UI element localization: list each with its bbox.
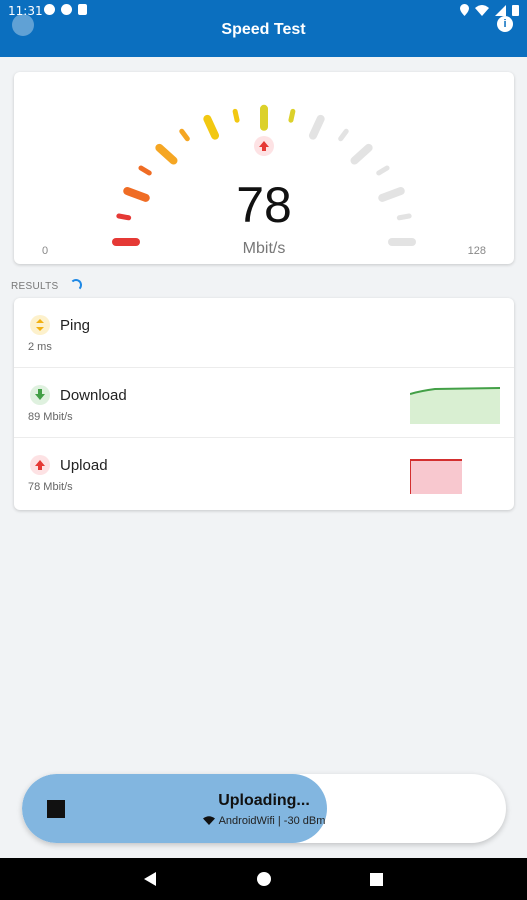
home-icon[interactable] (257, 872, 271, 886)
wifi-icon (202, 816, 215, 825)
signal-icon (495, 4, 506, 16)
result-name: Download (60, 387, 127, 404)
app-bar: Speed Test i (0, 14, 527, 57)
gauge-tick (155, 143, 178, 165)
result-value: 89 Mbit/s (28, 411, 73, 423)
results-card: Ping 2 ms Download 89 Mbit/s Upload 78 M… (14, 298, 514, 510)
gauge-tick (288, 108, 296, 123)
network-info: AndroidWifi | -30 dBm (22, 815, 506, 827)
play-icon (44, 4, 55, 15)
test-status-text: Uploading... (218, 792, 310, 809)
upload-arrow-icon (30, 455, 50, 475)
gauge-tick (338, 128, 349, 142)
result-row-download: Download 89 Mbit/s (14, 368, 514, 438)
page-title: Speed Test (221, 21, 306, 38)
info-button[interactable]: i (497, 16, 513, 32)
download-arrow-icon (30, 385, 50, 405)
gauge-tick (232, 108, 240, 123)
speed-gauge-card: 78 Mbit/s 0 128 (14, 72, 514, 264)
result-value: 2 ms (28, 341, 52, 353)
location-icon (460, 4, 469, 16)
network-info-text: AndroidWifi | -30 dBm (218, 815, 326, 827)
gauge-min-label: 0 (42, 245, 49, 257)
result-row-ping: Ping 2 ms (14, 298, 514, 368)
loading-spinner-icon (70, 279, 82, 291)
swap-vert-icon (30, 315, 50, 335)
speed-gauge (112, 104, 416, 246)
app-notification-icon (61, 4, 72, 15)
speed-value: 78 (236, 177, 292, 233)
gauge-tick (179, 128, 190, 142)
sd-card-icon (78, 4, 87, 15)
gauge-tick (203, 114, 220, 140)
result-row-upload: Upload 78 Mbit/s (14, 438, 514, 508)
battery-icon (512, 5, 519, 16)
status-bar: 11:31 (0, 0, 527, 22)
upload-direction-icon (254, 136, 274, 156)
system-nav-bar (0, 858, 527, 900)
result-value: 78 Mbit/s (28, 481, 73, 493)
gauge-max-label: 128 (467, 245, 486, 257)
results-header: RESULTS (11, 281, 59, 292)
gauge-tick (308, 114, 325, 140)
notification-icons (44, 4, 87, 15)
system-icons (460, 4, 519, 16)
gauge-tick (350, 143, 373, 165)
result-name: Ping (60, 317, 91, 334)
result-name: Upload (60, 457, 108, 474)
gauge-tick (376, 165, 390, 176)
upload-speed-graph (410, 459, 462, 494)
speed-unit: Mbit/s (242, 240, 286, 257)
gauge-tick (138, 165, 152, 176)
recents-icon[interactable] (370, 873, 383, 886)
test-status-sheet: Uploading... AndroidWifi | -30 dBm (22, 774, 506, 843)
back-icon[interactable] (144, 872, 156, 886)
wifi-icon (475, 4, 489, 16)
download-speed-graph (410, 387, 500, 424)
